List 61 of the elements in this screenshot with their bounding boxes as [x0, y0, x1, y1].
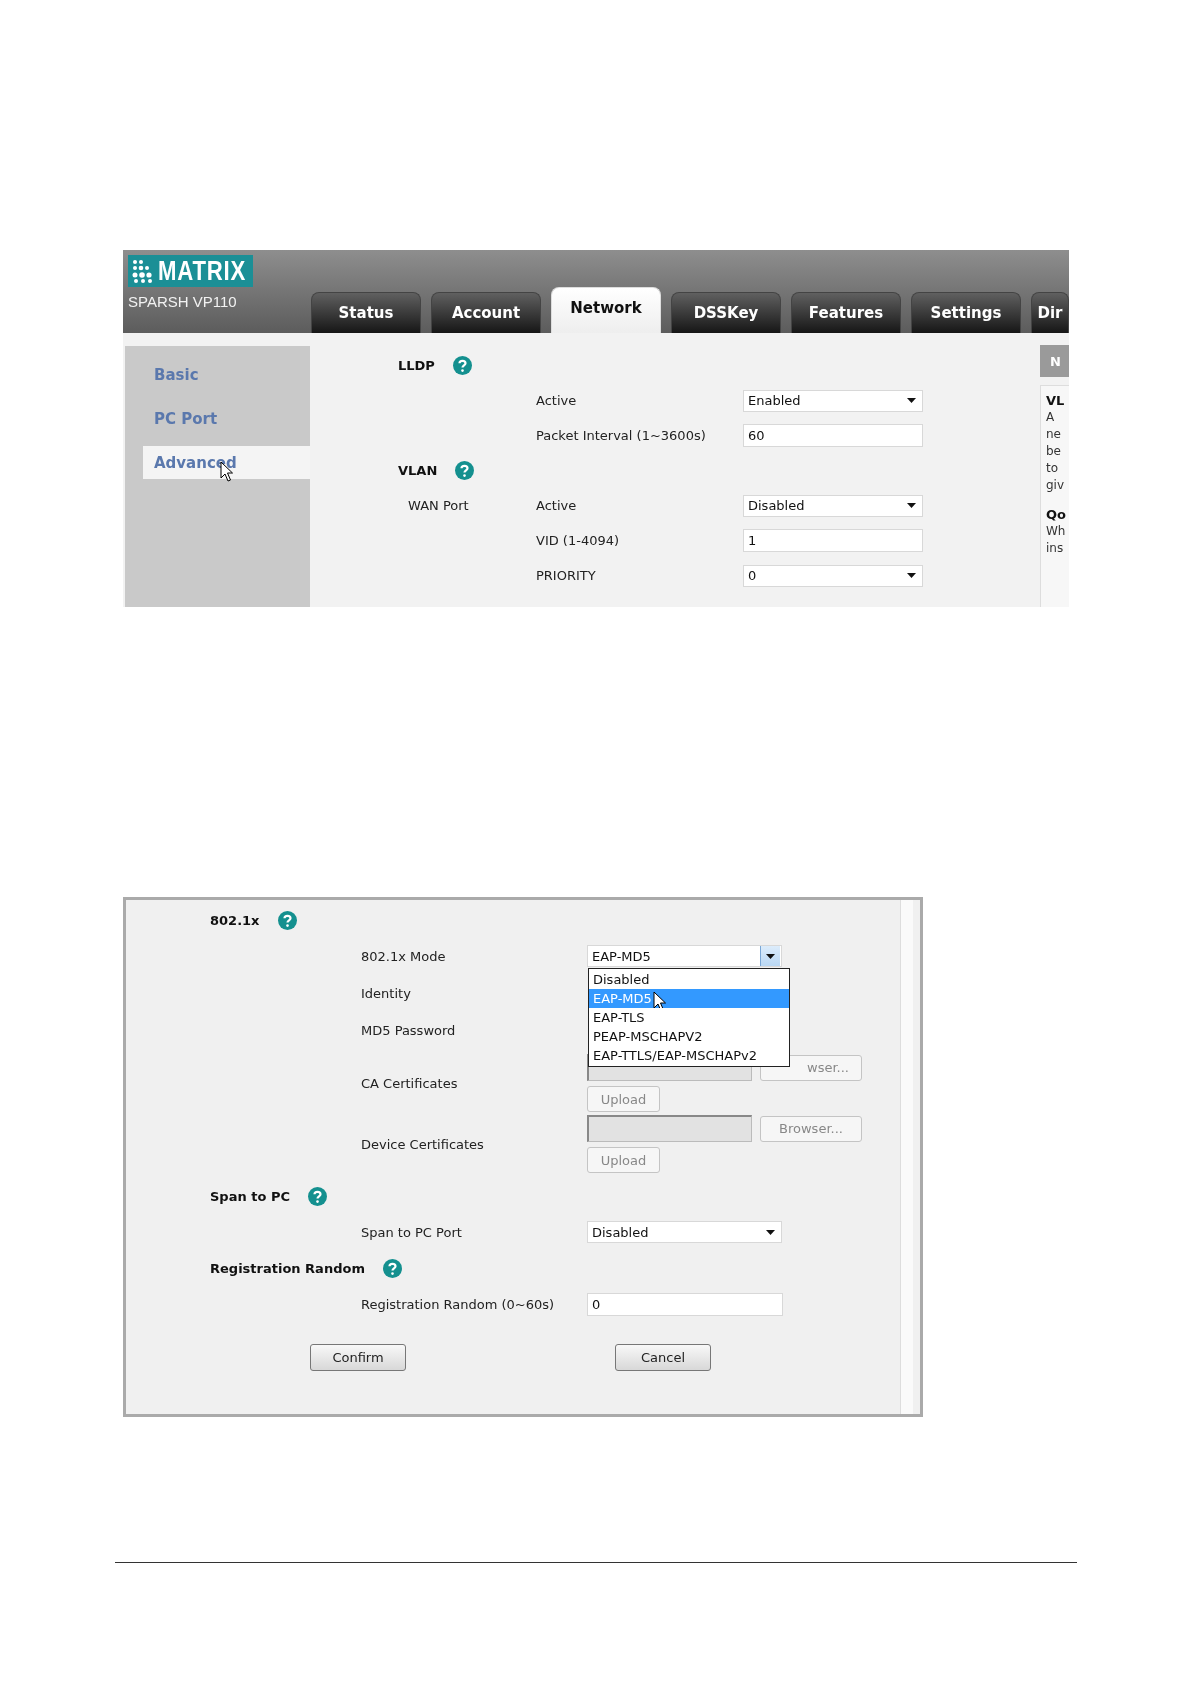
section-heading: 802.1x: [210, 912, 260, 928]
note-text: to: [1046, 460, 1060, 477]
file-path-field[interactable]: [587, 1115, 752, 1142]
section-heading: Span to PC: [210, 1188, 290, 1204]
tab[interactable]: Features: [791, 292, 901, 333]
note-text: be: [1046, 443, 1062, 460]
input-field[interactable]: 1: [743, 529, 923, 552]
field-label: MD5 Password: [361, 1022, 457, 1038]
tab[interactable]: Dir: [1031, 292, 1069, 333]
section-heading: Registration Random: [210, 1260, 365, 1276]
field-label: PRIORITY: [536, 568, 597, 583]
field-label: Registration Random (0~60s): [361, 1296, 556, 1312]
note-heading: VL: [1046, 392, 1066, 409]
field-label: Active: [536, 498, 578, 513]
note-text: ne: [1046, 426, 1062, 443]
help-icon[interactable]: [277, 910, 297, 930]
section-heading: LLDP: [398, 358, 435, 373]
field-label: Identity: [361, 985, 412, 1001]
logo-dots-icon: [132, 259, 154, 283]
dropdown[interactable]: Disabled: [587, 1221, 782, 1243]
help-icon[interactable]: [382, 1258, 402, 1278]
form-button[interactable]: Confirm: [310, 1344, 406, 1371]
field-label: Packet Interval (1~3600s): [536, 428, 707, 443]
tab[interactable]: DSSKey: [671, 292, 781, 333]
caret-icon: [766, 953, 775, 959]
field-label: Device Certificates: [361, 1136, 485, 1152]
caret-icon: [907, 503, 916, 508]
input-field[interactable]: 0: [587, 1292, 783, 1316]
field-label: VID (1-4094): [536, 533, 621, 548]
tab[interactable]: Account: [431, 292, 541, 333]
tab[interactable]: Status: [311, 292, 421, 333]
notes-header: N: [1040, 345, 1069, 377]
field-label: 802.1x Mode: [361, 948, 447, 964]
note-text: giv: [1046, 477, 1066, 494]
tab[interactable]: Network: [551, 287, 661, 333]
note-text: ins: [1046, 540, 1065, 557]
help-icon[interactable]: [307, 1186, 327, 1206]
dropdown[interactable]: 0: [743, 564, 923, 587]
dropdown[interactable]: Disabled: [743, 494, 923, 517]
input-field[interactable]: 60: [743, 424, 923, 447]
sidebar-item[interactable]: Advanced: [143, 446, 310, 479]
help-icon[interactable]: [455, 461, 475, 480]
note-text: Wh: [1046, 523, 1067, 540]
field-group-label: WAN Port: [407, 498, 470, 513]
dropdown-button[interactable]: [760, 946, 780, 966]
caret-icon: [907, 573, 916, 578]
dropdown[interactable]: EAP-MD5: [587, 945, 782, 967]
note-text: A: [1046, 409, 1056, 426]
logo: MATRIX: [128, 255, 253, 287]
dropdown[interactable]: Enabled: [743, 389, 923, 412]
field-label: Active: [536, 393, 578, 408]
caret-icon: [766, 1229, 775, 1235]
form-button[interactable]: Cancel: [615, 1344, 711, 1371]
field-label: Span to PC Port: [361, 1224, 463, 1240]
help-icon[interactable]: [452, 356, 472, 375]
caret-icon: [907, 398, 916, 403]
tab[interactable]: Settings: [911, 292, 1021, 333]
model-name: SPARSH VP110: [128, 293, 238, 310]
note-heading: Qo: [1046, 506, 1067, 523]
field-label: CA Certificates: [361, 1075, 459, 1091]
section-heading: VLAN: [398, 463, 438, 478]
